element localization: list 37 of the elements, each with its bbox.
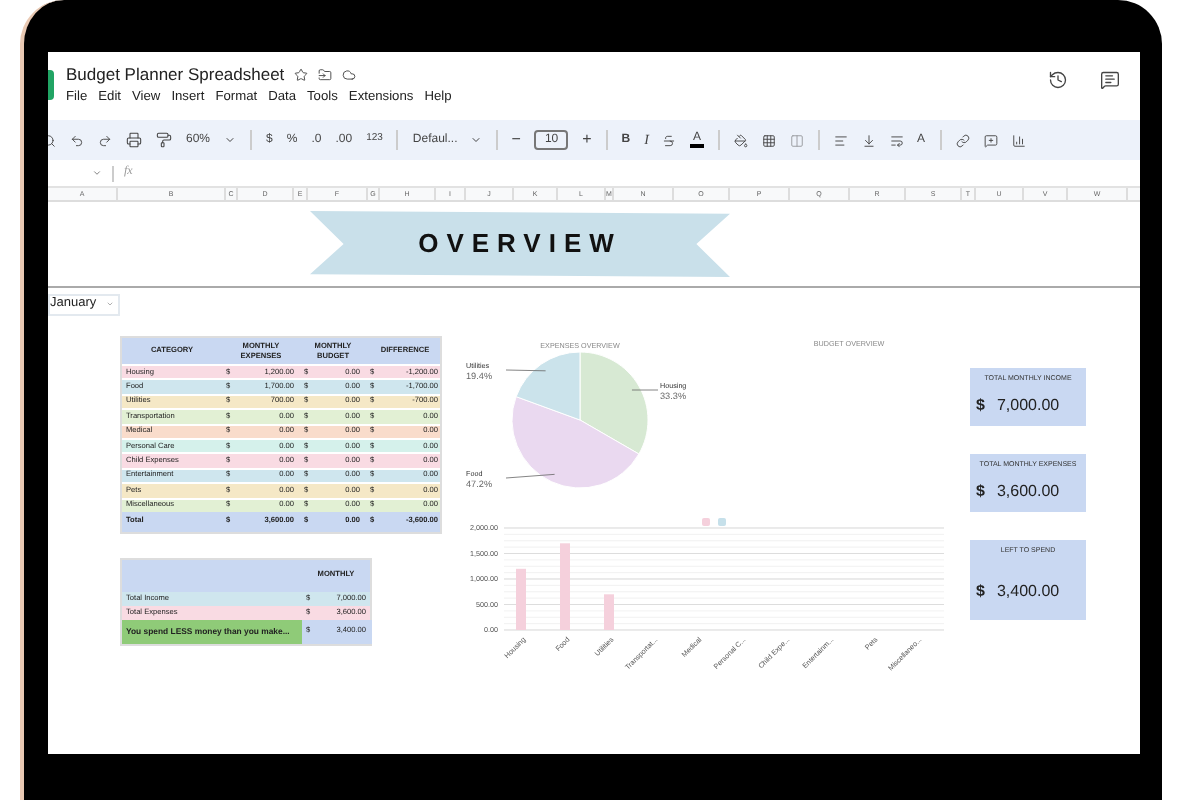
bar (560, 543, 570, 630)
undo-icon[interactable] (70, 133, 84, 147)
vertical-align-icon[interactable] (861, 133, 875, 147)
currency-symbol: $ (976, 580, 985, 605)
leader-line (505, 369, 546, 372)
paint-bucket-icon[interactable] (733, 133, 747, 147)
align-left-icon[interactable] (833, 133, 847, 147)
add-comment-icon[interactable] (983, 133, 998, 147)
history-icon[interactable] (1048, 70, 1068, 90)
caret-icon (224, 134, 237, 146)
currency-symbol: $ (976, 394, 985, 419)
document-title[interactable]: Budget Planner Spreadsheet (66, 64, 285, 84)
caret-icon[interactable] (92, 168, 102, 178)
card-amount: 3,400.00 (996, 580, 1060, 605)
folder-icon[interactable] (318, 67, 333, 81)
overview-banner: OVERVIEW (310, 208, 730, 280)
comment-icon[interactable] (1100, 70, 1120, 90)
cloud-icon[interactable] (342, 67, 357, 81)
paint-roller-icon[interactable] (156, 132, 172, 148)
bar (516, 568, 526, 630)
strikethrough-icon[interactable] (662, 133, 677, 147)
increase-size-button[interactable]: + (582, 128, 592, 152)
leader-line (631, 389, 659, 391)
card-amount: 7,000.00 (996, 394, 1060, 419)
leader-line (505, 473, 555, 479)
currency-symbol: $ (976, 480, 985, 505)
chart-icon[interactable] (1011, 133, 1026, 147)
link-icon[interactable] (955, 133, 970, 147)
star-icon[interactable] (294, 67, 309, 81)
decrease-size-button[interactable]: − (511, 128, 521, 152)
caret-icon (469, 134, 482, 146)
bar (604, 594, 614, 630)
redo-icon[interactable] (98, 133, 112, 147)
print-icon[interactable] (126, 132, 142, 148)
wrap-text-icon[interactable] (889, 133, 903, 147)
card-amount: 3,600.00 (996, 480, 1060, 505)
borders-icon[interactable] (761, 133, 775, 147)
